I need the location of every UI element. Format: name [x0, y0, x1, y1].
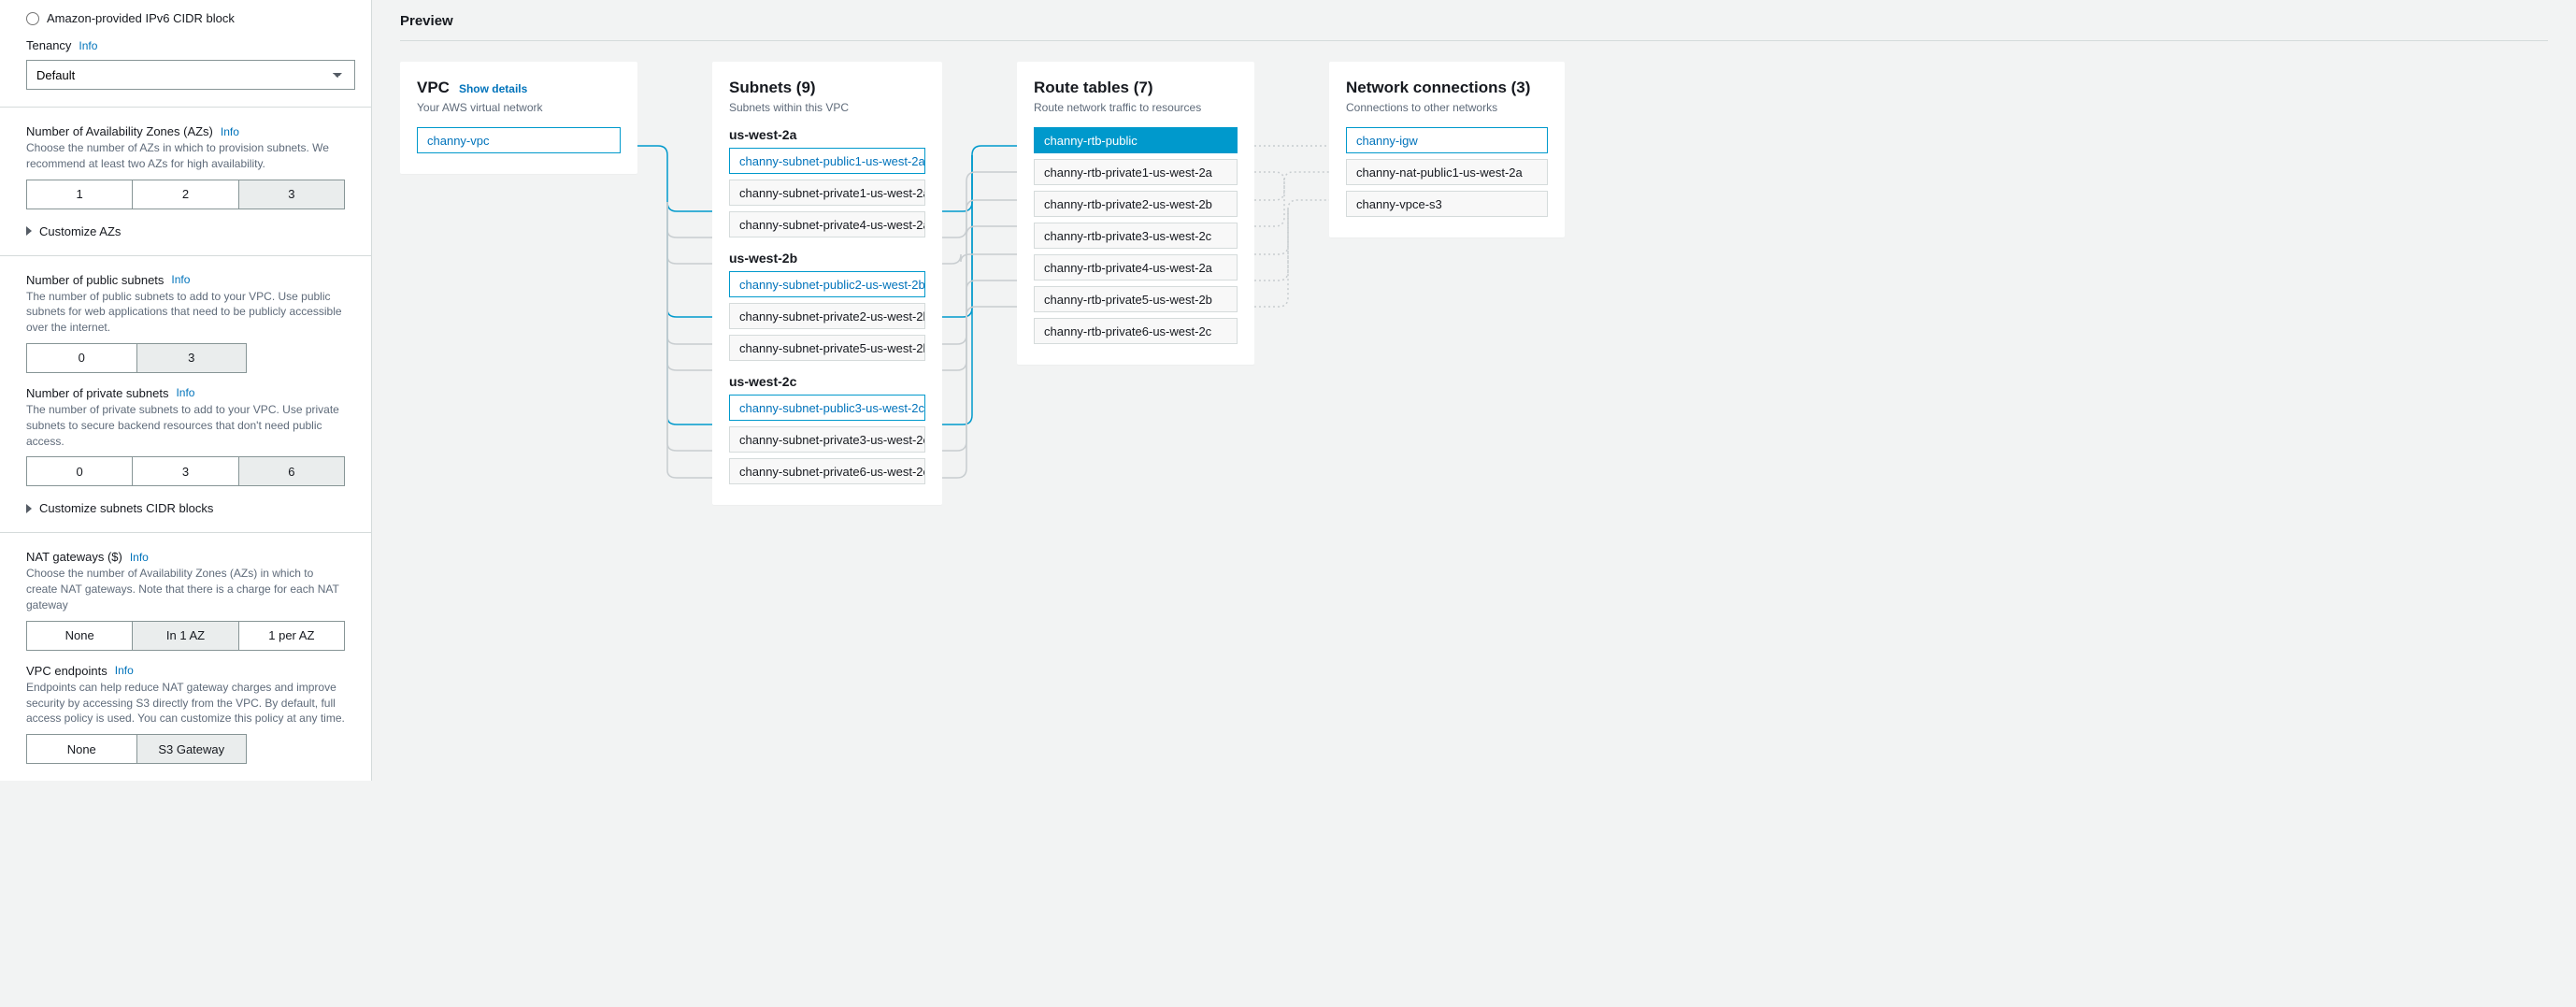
- az-help: Choose the number of AZs in which to pro…: [26, 140, 345, 172]
- customize-cidr-toggle[interactable]: Customize subnets CIDR blocks: [26, 501, 345, 515]
- route-table-node[interactable]: channy-rtb-private6-us-west-2c: [1034, 318, 1238, 344]
- show-details-link[interactable]: Show details: [459, 82, 527, 95]
- ipv6-radio-label: Amazon-provided IPv6 CIDR block: [47, 11, 235, 25]
- vpce-option-s3[interactable]: S3 Gateway: [137, 734, 248, 764]
- az-label: us-west-2c: [729, 374, 925, 389]
- subnet-node[interactable]: channy-subnet-private2-us-west-2b: [729, 303, 925, 329]
- route-tables-panel: Route tables (7) Route network traffic t…: [1017, 62, 1254, 365]
- public-subnets-option-0[interactable]: 0: [26, 343, 137, 373]
- connector-rt-nc: [1275, 62, 1309, 505]
- connector-subnets-rt: [963, 62, 996, 505]
- network-connection-node[interactable]: channy-igw: [1346, 127, 1548, 153]
- subnet-node[interactable]: channy-subnet-public2-us-west-2b: [729, 271, 925, 297]
- route-table-node[interactable]: channy-rtb-private4-us-west-2a: [1034, 254, 1238, 281]
- private-subnets-info-link[interactable]: Info: [176, 386, 194, 399]
- route-table-node[interactable]: channy-rtb-private1-us-west-2a: [1034, 159, 1238, 185]
- vpce-title: VPC endpoints: [26, 664, 107, 678]
- vpce-segmented: None S3 Gateway: [26, 734, 247, 764]
- nat-help: Choose the number of Availability Zones …: [26, 566, 345, 612]
- private-subnets-option-3[interactable]: 3: [133, 456, 238, 486]
- network-connections-panel: Network connections (3) Connections to o…: [1329, 62, 1565, 237]
- nat-title: NAT gateways ($): [26, 550, 122, 564]
- az-option-1[interactable]: 1: [26, 180, 133, 209]
- private-subnets-option-0[interactable]: 0: [26, 456, 133, 486]
- config-sidebar: Amazon-provided IPv6 CIDR block Tenancy …: [0, 0, 372, 781]
- subnet-node[interactable]: channy-subnet-private5-us-west-2b: [729, 335, 925, 361]
- subnet-node[interactable]: channy-subnet-private1-us-west-2a: [729, 180, 925, 206]
- az-title: Number of Availability Zones (AZs): [26, 124, 213, 138]
- subnets-panel: Subnets (9) Subnets within this VPC us-w…: [712, 62, 942, 505]
- az-info-link[interactable]: Info: [221, 125, 239, 138]
- route-table-node[interactable]: channy-rtb-private2-us-west-2b: [1034, 191, 1238, 217]
- public-subnets-help: The number of public subnets to add to y…: [26, 289, 345, 336]
- subnet-node[interactable]: channy-subnet-public3-us-west-2c: [729, 395, 925, 421]
- rt-panel-sub: Route network traffic to resources: [1034, 101, 1238, 114]
- private-subnets-help: The number of private subnets to add to …: [26, 402, 345, 449]
- public-subnets-info-link[interactable]: Info: [171, 273, 190, 286]
- route-table-node[interactable]: channy-rtb-private3-us-west-2c: [1034, 223, 1238, 249]
- nat-option-none[interactable]: None: [26, 621, 133, 651]
- vpc-panel: VPC Show details Your AWS virtual networ…: [400, 62, 637, 174]
- private-subnets-title: Number of private subnets: [26, 386, 168, 400]
- nat-option-peraz[interactable]: 1 per AZ: [239, 621, 345, 651]
- az-option-3[interactable]: 3: [239, 180, 345, 209]
- subnets-panel-title: Subnets (9): [729, 79, 816, 97]
- tenancy-select[interactable]: Default: [26, 60, 355, 90]
- network-connection-node[interactable]: channy-nat-public1-us-west-2a: [1346, 159, 1548, 185]
- az-label: us-west-2b: [729, 251, 925, 266]
- vpc-node[interactable]: channy-vpc: [417, 127, 621, 153]
- vpce-option-none[interactable]: None: [26, 734, 137, 764]
- public-subnets-title: Number of public subnets: [26, 273, 164, 287]
- subnet-node[interactable]: channy-subnet-private6-us-west-2c: [729, 458, 925, 484]
- nc-panel-title: Network connections (3): [1346, 79, 1530, 97]
- az-segmented: 1 2 3: [26, 180, 345, 209]
- nat-info-link[interactable]: Info: [130, 551, 149, 564]
- tenancy-info-link[interactable]: Info: [79, 39, 97, 52]
- public-subnets-option-3[interactable]: 3: [137, 343, 248, 373]
- chevron-right-icon: [26, 504, 32, 513]
- rt-panel-title: Route tables (7): [1034, 79, 1153, 97]
- nat-option-1az[interactable]: In 1 AZ: [133, 621, 238, 651]
- vpc-panel-sub: Your AWS virtual network: [417, 101, 621, 114]
- private-subnets-segmented: 0 3 6: [26, 456, 345, 486]
- subnets-panel-sub: Subnets within this VPC: [729, 101, 925, 114]
- vpce-help: Endpoints can help reduce NAT gateway ch…: [26, 680, 345, 726]
- az-option-2[interactable]: 2: [133, 180, 238, 209]
- connector-vpc-subnets: [658, 62, 692, 505]
- preview-area: Preview VPC Show details Your AWS virtua…: [372, 0, 2576, 781]
- nc-panel-sub: Connections to other networks: [1346, 101, 1548, 114]
- preview-heading: Preview: [400, 13, 2548, 29]
- route-table-node[interactable]: channy-rtb-public: [1034, 127, 1238, 153]
- vpc-panel-title: VPC: [417, 79, 450, 97]
- subnet-node[interactable]: channy-subnet-public1-us-west-2a: [729, 148, 925, 174]
- subnet-node[interactable]: channy-subnet-private3-us-west-2c: [729, 426, 925, 453]
- public-subnets-segmented: 0 3: [26, 343, 247, 373]
- chevron-right-icon: [26, 226, 32, 236]
- network-connection-node[interactable]: channy-vpce-s3: [1346, 191, 1548, 217]
- private-subnets-option-6[interactable]: 6: [239, 456, 345, 486]
- route-table-node[interactable]: channy-rtb-private5-us-west-2b: [1034, 286, 1238, 312]
- vpce-info-link[interactable]: Info: [115, 664, 134, 677]
- az-label: us-west-2a: [729, 127, 925, 142]
- ipv6-radio[interactable]: [26, 12, 39, 25]
- subnet-node[interactable]: channy-subnet-private4-us-west-2a: [729, 211, 925, 237]
- nat-segmented: None In 1 AZ 1 per AZ: [26, 621, 345, 651]
- customize-azs-toggle[interactable]: Customize AZs: [26, 224, 345, 238]
- tenancy-label: Tenancy: [26, 38, 71, 52]
